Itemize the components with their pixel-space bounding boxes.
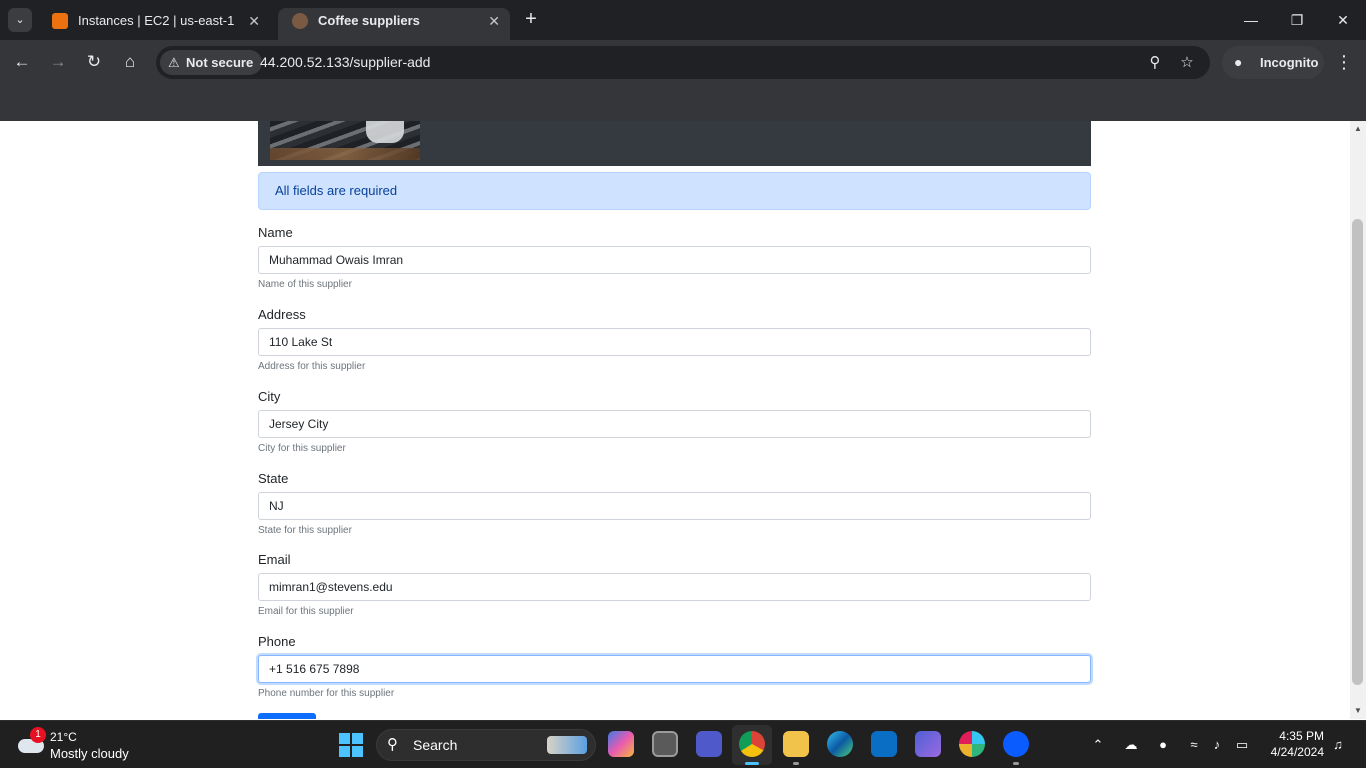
site-security-chip[interactable]: ⚠ Not secure <box>160 50 263 75</box>
browser-toolbar: ← → ↻ ⌂ ⚠ Not secure 44.200.52.133/suppl… <box>0 40 1366 84</box>
state-field-group: State State for this supplier <box>258 470 1091 536</box>
search-label: Search <box>413 737 458 753</box>
power-automate-icon[interactable] <box>915 731 941 757</box>
task-view-icon[interactable] <box>652 731 678 757</box>
submit-button[interactable] <box>258 713 316 719</box>
name-field-group: Name Name of this supplier <box>258 224 1091 290</box>
site-header-banner <box>258 121 1091 166</box>
phone-label: Phone <box>258 634 296 649</box>
phone-input[interactable] <box>258 655 1091 683</box>
microsoft-store-icon[interactable] <box>871 731 897 757</box>
wifi-icon[interactable]: ≈ <box>1184 735 1204 755</box>
clock-time: 4:35 PM <box>1279 729 1324 743</box>
coffee-cup-shape <box>366 121 404 143</box>
incognito-label: Incognito <box>1260 55 1319 70</box>
bookmark-star-icon[interactable]: ☆ <box>1176 52 1198 74</box>
address-field-group: Address Address for this supplier <box>258 306 1091 372</box>
name-label: Name <box>258 225 293 240</box>
address-label: Address <box>258 307 306 322</box>
city-input[interactable] <box>258 410 1091 438</box>
weather-widget[interactable]: 1 21°C Mostly cloudy <box>14 727 164 763</box>
chrome-app-icon[interactable] <box>739 731 765 765</box>
address-help-text: Address for this supplier <box>258 361 366 372</box>
notification-bell-icon[interactable]: ♫ <box>1328 735 1348 755</box>
name-help-text: Name of this supplier <box>258 279 352 290</box>
teams-app-icon[interactable] <box>696 731 722 757</box>
taskbar-search[interactable]: ⚲ Search <box>376 729 596 761</box>
state-label: State <box>258 471 289 486</box>
coffee-header-image <box>270 121 420 160</box>
restore-window-icon[interactable]: ❐ <box>1282 8 1312 32</box>
city-field-group: City City for this supplier <box>258 388 1091 454</box>
close-window-icon[interactable]: ✕ <box>1328 8 1358 32</box>
browser-tab-bar: ⌄ Instances | EC2 | us-east-1 ✕ Coffee s… <box>0 0 1366 40</box>
required-fields-alert: All fields are required <box>258 172 1091 210</box>
aws-favicon-icon <box>52 13 68 29</box>
forward-arrow-icon[interactable]: → <box>46 50 70 74</box>
minimize-window-icon[interactable]: — <box>1236 8 1266 32</box>
reload-icon[interactable]: ↻ <box>82 50 106 74</box>
weather-condition: Mostly cloudy <box>50 746 129 761</box>
new-tab-plus-icon[interactable]: + <box>520 8 542 32</box>
state-input[interactable] <box>258 492 1091 520</box>
windows-start-icon[interactable] <box>339 733 363 757</box>
home-icon[interactable]: ⌂ <box>118 50 142 74</box>
bookmark-bar <box>0 84 1366 121</box>
city-label: City <box>258 389 281 404</box>
scroll-up-arrow-icon[interactable]: ▲ <box>1350 121 1366 137</box>
incognito-icon: ● <box>1234 54 1243 70</box>
windows-taskbar: 1 21°C Mostly cloudy ⚲ Search ⌃ ☁ ● ≈ ♪ … <box>0 720 1366 768</box>
volume-icon[interactable]: ♪ <box>1207 735 1227 755</box>
page-viewport: All fields are required Name Name of thi… <box>0 121 1350 719</box>
edge-app-icon[interactable] <box>827 731 853 757</box>
security-label: Not secure <box>186 55 254 70</box>
city-help-text: City for this supplier <box>258 443 346 454</box>
notification-badge: 1 <box>30 727 46 743</box>
search-icon: ⚲ <box>387 736 398 753</box>
email-help-text: Email for this supplier <box>258 606 354 617</box>
copilot-app-icon[interactable] <box>608 731 634 757</box>
scroll-down-arrow-icon[interactable]: ▼ <box>1350 703 1366 719</box>
email-field-group: Email Email for this supplier <box>258 551 1091 617</box>
system-clock[interactable]: 4:35 PM 4/24/2024 <box>1262 728 1324 760</box>
search-highlight-image <box>547 736 587 754</box>
zoom-app-icon[interactable] <box>1003 731 1029 765</box>
tab-search-chevron-icon[interactable]: ⌄ <box>8 8 32 32</box>
page-scrollbar[interactable]: ▲ ▼ <box>1350 121 1366 719</box>
file-explorer-icon[interactable] <box>783 731 809 765</box>
onedrive-cloud-icon[interactable]: ☁ <box>1121 735 1141 755</box>
email-label: Email <box>258 552 291 567</box>
slack-app-icon[interactable] <box>959 731 985 757</box>
warning-triangle-icon: ⚠ <box>168 55 180 70</box>
email-input[interactable] <box>258 573 1091 601</box>
browser-menu-icon[interactable]: ⋮ <box>1334 50 1354 74</box>
address-input[interactable] <box>258 328 1091 356</box>
microphone-icon[interactable]: ● <box>1153 735 1173 755</box>
back-arrow-icon[interactable]: ← <box>10 50 34 74</box>
close-tab-icon[interactable]: ✕ <box>248 8 260 34</box>
scrollbar-thumb[interactable] <box>1352 219 1363 685</box>
phone-field-group: Phone Phone number for this supplier <box>258 633 1091 699</box>
coffee-favicon-icon <box>292 13 308 29</box>
tab-instances-ec2[interactable]: Instances | EC2 | us-east-1 ✕ <box>38 8 270 40</box>
zoom-magnifier-icon[interactable]: ⚲ <box>1144 52 1166 74</box>
close-tab-icon[interactable]: ✕ <box>488 8 500 34</box>
wood-counter-shape <box>270 148 420 160</box>
phone-help-text: Phone number for this supplier <box>258 688 395 699</box>
tab-title: Instances | EC2 | us-east-1 <box>78 13 235 28</box>
address-bar[interactable]: ⚠ Not secure 44.200.52.133/supplier-add … <box>156 46 1210 79</box>
weather-temperature: 21°C <box>50 730 77 744</box>
tab-title: Coffee suppliers <box>318 13 420 28</box>
clock-date: 4/24/2024 <box>1270 745 1324 759</box>
battery-icon[interactable]: ▭ <box>1232 735 1252 755</box>
incognito-indicator[interactable]: ● Incognito <box>1222 46 1324 79</box>
name-input[interactable] <box>258 246 1091 274</box>
url-text[interactable]: 44.200.52.133/supplier-add <box>260 46 430 79</box>
tab-coffee-suppliers[interactable]: Coffee suppliers ✕ <box>278 8 510 40</box>
state-help-text: State for this supplier <box>258 525 352 536</box>
show-hidden-icons-chevron-icon[interactable]: ⌃ <box>1088 735 1108 755</box>
